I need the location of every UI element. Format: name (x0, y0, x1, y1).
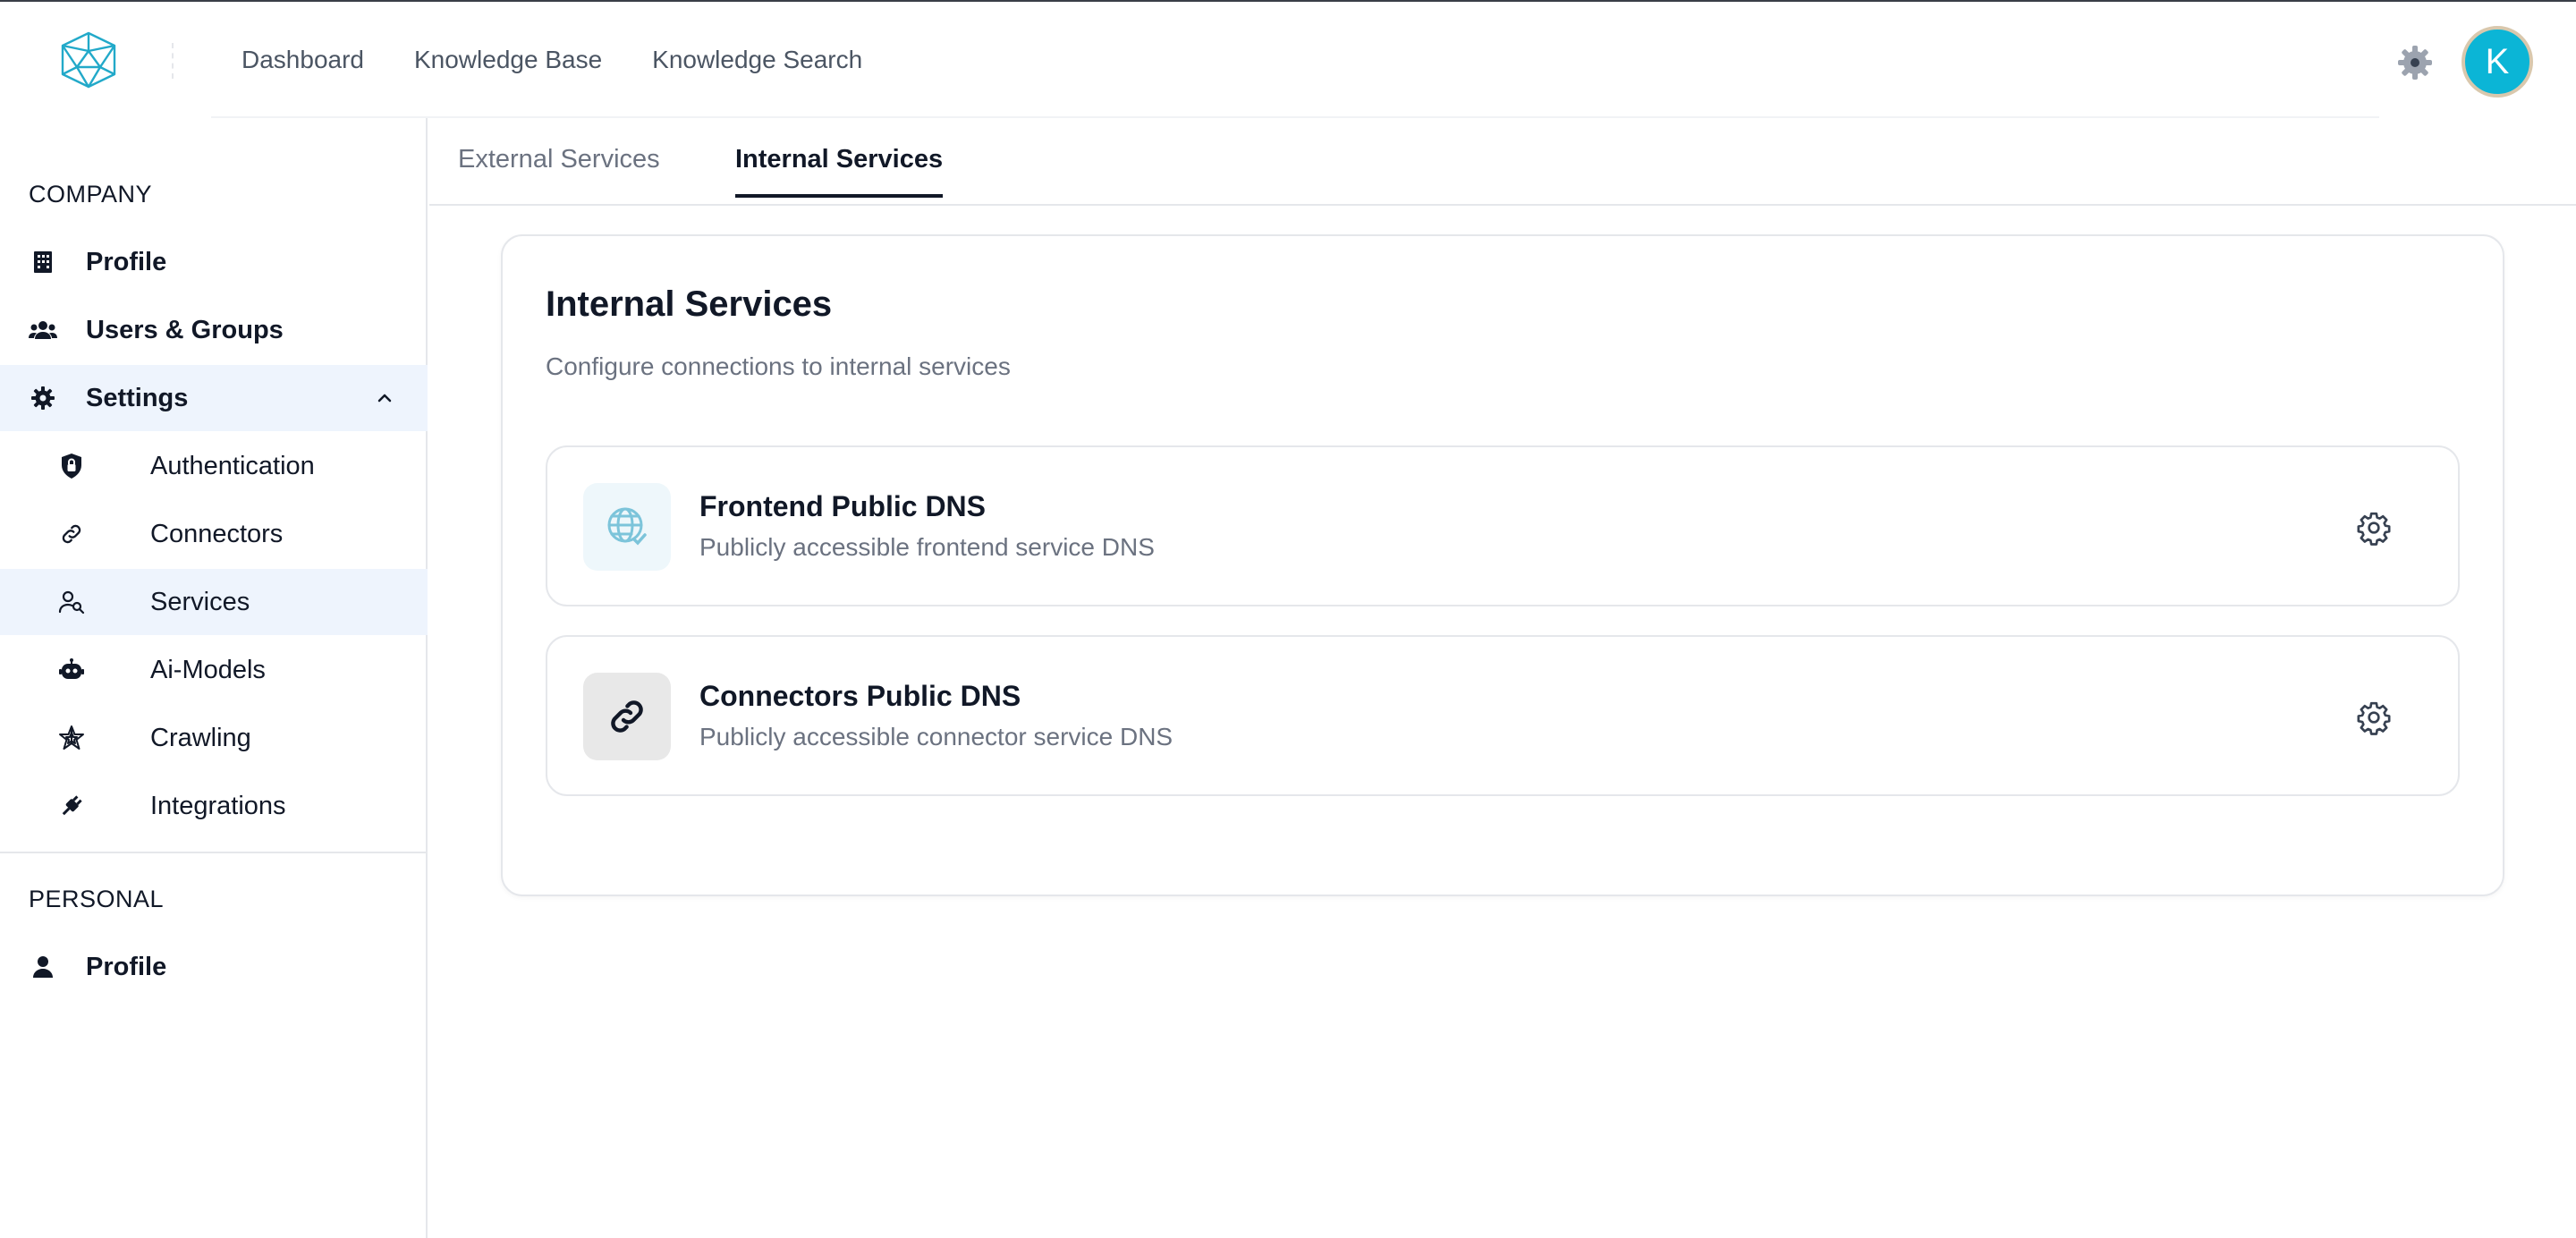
sidebar-item-label: Authentication (150, 451, 315, 480)
sidebar-item-label: Crawling (150, 723, 251, 752)
chevron-up-icon[interactable] (374, 387, 395, 409)
plug-icon (57, 792, 86, 820)
users-icon (29, 316, 57, 344)
nav-knowledge-base[interactable]: Knowledge Base (414, 43, 602, 77)
sidebar-item-label: Connectors (150, 519, 284, 548)
shield-lock-icon (57, 452, 86, 480)
polyhedron-logo-icon[interactable] (57, 31, 120, 89)
sidebar-item-ai-models[interactable]: Ai-Models (0, 637, 428, 703)
avatar-initial: K (2485, 41, 2510, 81)
tab-external-services[interactable]: External Services (458, 145, 660, 194)
gear-icon[interactable] (2394, 41, 2436, 84)
tab-internal-services[interactable]: Internal Services (735, 145, 944, 198)
avatar[interactable]: K (2462, 26, 2533, 98)
robot-icon (57, 656, 86, 684)
building-icon (29, 248, 57, 276)
link-icon (57, 520, 86, 548)
service-name: Connectors Public DNS (699, 680, 1021, 712)
sidebar-item-services[interactable]: Services (0, 569, 428, 635)
service-tabs: External Services Internal Services (429, 118, 2576, 206)
service-item-frontend-dns[interactable]: Frontend Public DNS Publicly accessible … (546, 445, 2460, 606)
sidebar-item-integrations[interactable]: Integrations (0, 773, 428, 839)
sidebar-item-label: Integrations (150, 791, 286, 820)
sidebar-item-company-profile[interactable]: Profile (0, 229, 428, 295)
sidebar-item-label: Profile (86, 247, 167, 276)
sidebar-divider (0, 852, 428, 853)
service-description: Publicly accessible connector service DN… (699, 723, 1174, 750)
page-subtitle: Configure connections to internal servic… (546, 352, 1011, 380)
gear-icon[interactable] (2356, 700, 2392, 735)
sidebar-item-label: Settings (86, 383, 189, 412)
section-label-company: COMPANY (29, 181, 153, 208)
sidebar-item-label: Users & Groups (86, 315, 284, 344)
page-title: Internal Services (546, 284, 833, 324)
top-navigation: Dashboard Knowledge Base Knowledge Searc… (242, 43, 862, 77)
nav-dashboard[interactable]: Dashboard (242, 43, 364, 77)
section-label-personal: PERSONAL (29, 886, 165, 912)
sidebar-item-connectors[interactable]: Connectors (0, 501, 428, 567)
user-search-icon (57, 588, 86, 616)
link-icon (583, 673, 671, 760)
nav-knowledge-search[interactable]: Knowledge Search (652, 43, 862, 77)
header-divider (172, 43, 174, 79)
sidebar-item-authentication[interactable]: Authentication (0, 433, 428, 499)
sidebar: COMPANY Profile Users & Groups Settings … (0, 118, 428, 1238)
person-icon (29, 953, 57, 981)
sidebar-item-personal-profile[interactable]: Profile (0, 934, 428, 1000)
service-description: Publicly accessible frontend service DNS (699, 533, 1155, 561)
sidebar-item-label: Services (150, 587, 250, 616)
sidebar-item-label: Ai-Models (150, 655, 266, 684)
gear-icon (29, 384, 57, 412)
internal-services-card: Internal Services Configure connections … (501, 234, 2504, 896)
service-item-connectors-dns[interactable]: Connectors Public DNS Publicly accessibl… (546, 635, 2460, 796)
service-name: Frontend Public DNS (699, 490, 986, 522)
sidebar-item-crawling[interactable]: Crawling (0, 705, 428, 771)
spider-web-icon (57, 724, 86, 752)
globe-check-icon (583, 483, 671, 571)
top-bar: Dashboard Knowledge Base Knowledge Searc… (0, 2, 2576, 118)
sidebar-item-label: Profile (86, 952, 167, 981)
sidebar-item-users-groups[interactable]: Users & Groups (0, 297, 428, 363)
gear-icon[interactable] (2356, 510, 2392, 546)
sidebar-item-settings[interactable]: Settings (0, 365, 428, 431)
